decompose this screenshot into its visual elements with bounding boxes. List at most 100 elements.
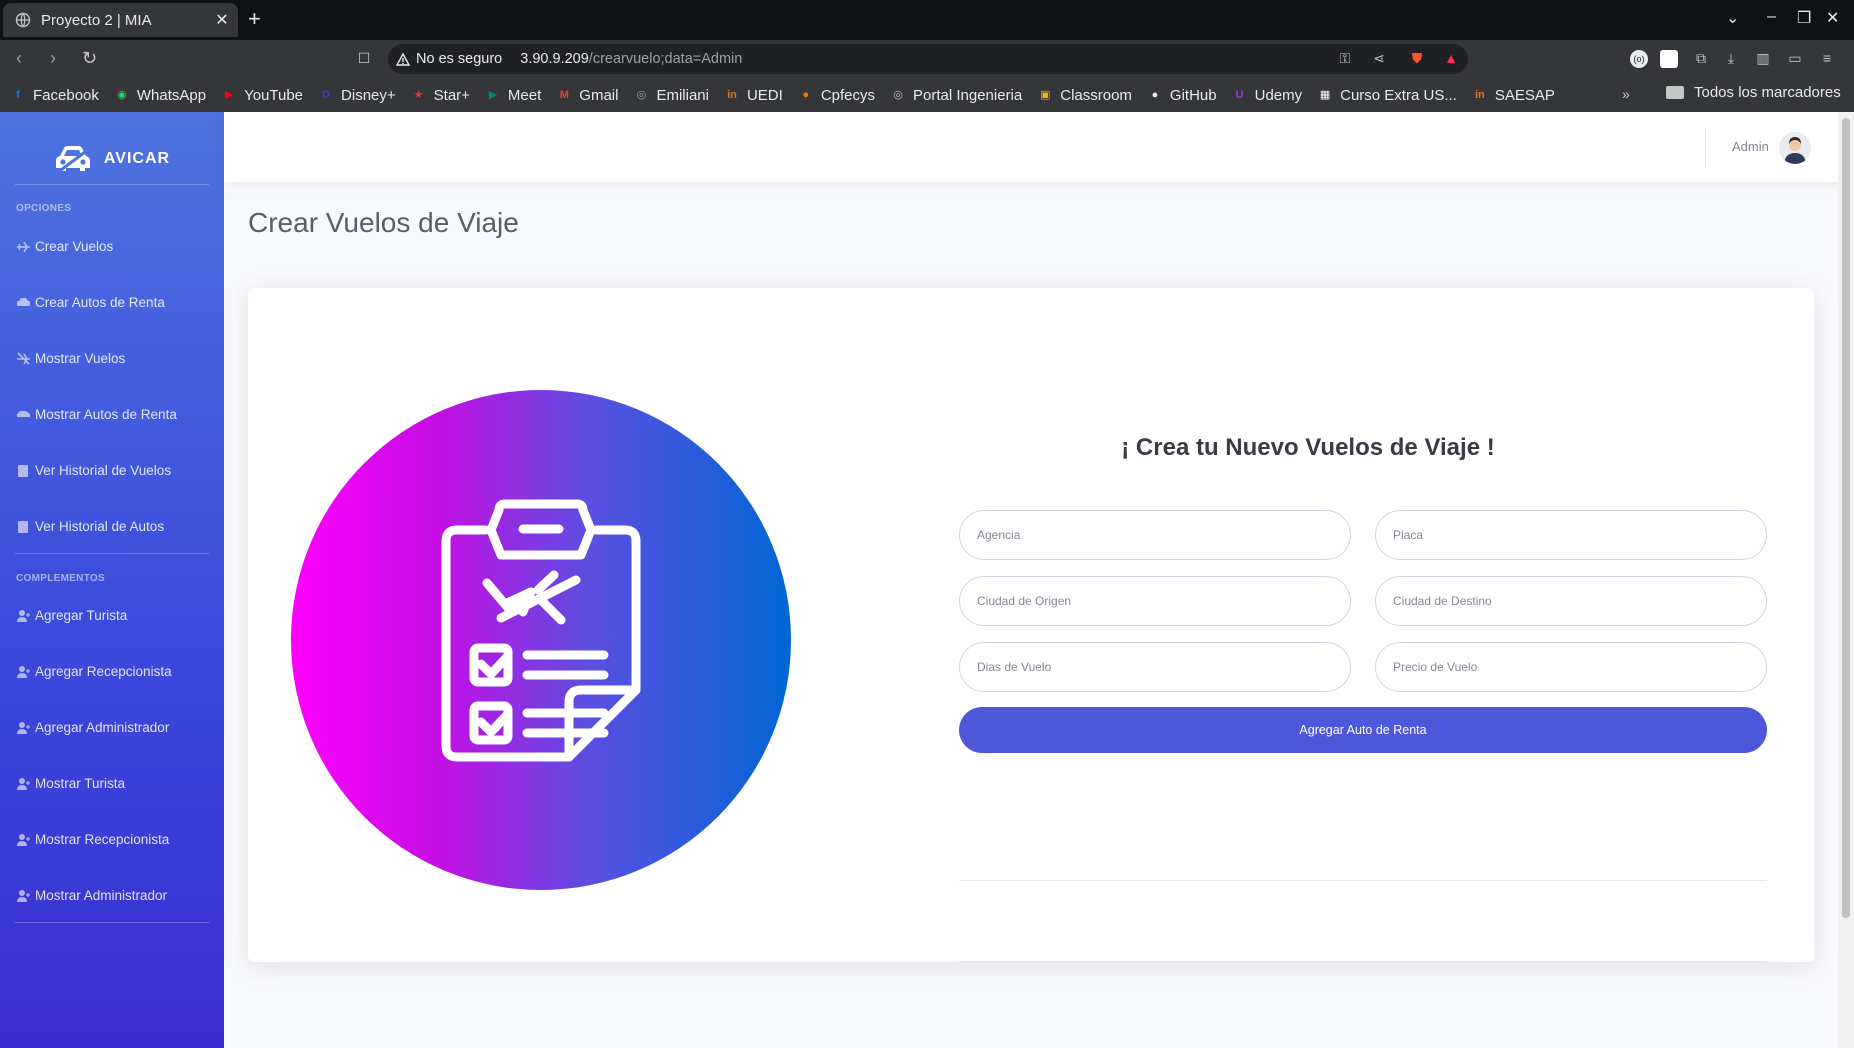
- user-plus-icon: [17, 721, 30, 734]
- submit-button[interactable]: Agregar Auto de Renta: [959, 707, 1767, 753]
- bookmark-label: SAESAP: [1494, 86, 1555, 104]
- sidebar-item-complement-3[interactable]: Mostrar Turista: [16, 770, 216, 796]
- saesap-icon: in: [1474, 89, 1485, 101]
- book-icon: [18, 464, 28, 477]
- flight-checklist-icon: [441, 499, 641, 762]
- share-icon[interactable]: ⋖: [1370, 50, 1388, 68]
- sidebar-item-complement-4[interactable]: Mostrar Recepcionista: [16, 826, 216, 852]
- forward-icon[interactable]: ›: [50, 48, 56, 69]
- book-icon: [18, 520, 28, 533]
- url-host: 3.90.9.209: [520, 51, 589, 67]
- url-text: 3.90.9.209/crearvuelo;data=Admin: [520, 51, 742, 67]
- user-avatar-icon: [1784, 137, 1806, 164]
- menu-icon[interactable]: ≡: [1818, 50, 1836, 68]
- sidebar-item-label: Mostrar Autos de Renta: [35, 406, 177, 422]
- bookmark-label: UEDI: [746, 86, 783, 104]
- back-icon[interactable]: ‹: [16, 48, 22, 69]
- brand[interactable]: AVICAR: [0, 130, 224, 188]
- plane-icon: [17, 241, 30, 252]
- sidebar-divider: [15, 184, 209, 185]
- ciudad-destino-input[interactable]: [1375, 576, 1767, 626]
- car-icon: [17, 297, 30, 306]
- close-window-icon[interactable]: ✕: [1826, 8, 1839, 28]
- uedi-icon: in: [727, 89, 737, 101]
- sidebar-item-option-3[interactable]: Mostrar Autos de Renta: [16, 401, 216, 427]
- extension-ws-icon[interactable]: [1660, 50, 1678, 68]
- sidebar-item-option-5[interactable]: Ver Historial de Autos: [16, 513, 216, 539]
- avatar[interactable]: [1779, 132, 1811, 164]
- bookmark-label: Portal Ingenieria: [913, 86, 1023, 104]
- address-bar[interactable]: No es seguro 3.90.9.209/crearvuelo;data=…: [388, 44, 1468, 74]
- bookmark-label: Disney+: [341, 86, 396, 104]
- download-icon[interactable]: ⤓: [1722, 50, 1740, 68]
- facebook-icon: f: [16, 89, 20, 101]
- sidebar-item-complement-0[interactable]: Agregar Turista: [16, 602, 216, 628]
- bookmark-item[interactable]: in SAESAP: [1472, 87, 1555, 104]
- sidebar-item-label: Mostrar Recepcionista: [35, 831, 170, 847]
- security-warning[interactable]: No es seguro: [396, 51, 502, 67]
- sidebar-item-label: Mostrar Vuelos: [35, 350, 126, 366]
- brave-shield-icon[interactable]: ⛊: [1408, 50, 1426, 68]
- bookmark-item[interactable]: f Facebook: [10, 87, 99, 104]
- form-divider: [959, 880, 1767, 881]
- bookmark-item[interactable]: U Udemy: [1232, 87, 1303, 104]
- user-name[interactable]: Admin: [1732, 139, 1769, 154]
- ciudad-origen-input[interactable]: [959, 576, 1351, 626]
- sidebar-item-option-4[interactable]: Ver Historial de Vuelos: [16, 457, 216, 483]
- sidebar-item-complement-2[interactable]: Agregar Administrador: [16, 714, 216, 740]
- brave-rewards-icon[interactable]: ▲: [1442, 50, 1460, 68]
- new-tab-button[interactable]: +: [248, 6, 261, 32]
- sidebar-item-label: Mostrar Turista: [35, 775, 126, 791]
- tab-search-icon[interactable]: ⌄: [1726, 8, 1739, 28]
- more-bookmarks-icon[interactable]: »: [1622, 86, 1630, 102]
- dias-vuelo-input[interactable]: [959, 642, 1351, 692]
- sidebar-item-option-1[interactable]: Crear Autos de Renta: [16, 289, 216, 315]
- plane-slash-icon: [17, 351, 30, 365]
- browser-tab[interactable]: Proyecto 2 | MIA ✕: [3, 3, 238, 37]
- bookmark-item[interactable]: ● GitHub: [1147, 87, 1217, 104]
- youtube-icon: ▶: [224, 89, 234, 101]
- placa-input[interactable]: [1375, 510, 1767, 560]
- sidebar-toggle-icon[interactable]: ▥: [1754, 50, 1772, 68]
- bookmark-item[interactable]: ▦ Curso Extra US...: [1317, 87, 1457, 104]
- scrollbar-thumb[interactable]: [1842, 118, 1850, 918]
- extension-icon[interactable]: (o): [1630, 50, 1648, 68]
- wallet-icon[interactable]: ▭: [1786, 50, 1804, 68]
- bookmark-item[interactable]: ◎ Portal Ingenieria: [890, 87, 1022, 104]
- minimize-icon[interactable]: –: [1767, 8, 1776, 26]
- sidebar-item-option-2[interactable]: Mostrar Vuelos: [16, 345, 216, 371]
- reload-icon[interactable]: ↻: [82, 48, 97, 69]
- page-scrollbar[interactable]: [1838, 112, 1854, 1048]
- bookmark-item[interactable]: D Disney+: [318, 87, 396, 104]
- brand-name: AVICAR: [103, 150, 171, 167]
- bookmark-item[interactable]: ● Cpfecys: [798, 87, 875, 104]
- bookmark-item[interactable]: M Gmail: [556, 87, 619, 104]
- sidebar-item-option-0[interactable]: Crear Vuelos: [16, 233, 216, 259]
- bookmark-item[interactable]: ◉ WhatsApp: [114, 87, 206, 104]
- portal-icon: ◎: [893, 89, 903, 101]
- sidebar-item-complement-1[interactable]: Agregar Recepcionista: [16, 658, 216, 684]
- curso-icon: ▦: [1319, 89, 1331, 101]
- maximize-icon[interactable]: ❐: [1797, 8, 1811, 28]
- bookmark-label: GitHub: [1169, 86, 1217, 104]
- bookmark-item[interactable]: ★ Star+: [411, 87, 470, 104]
- all-bookmarks-folder[interactable]: Todos los marcadores: [1666, 84, 1841, 101]
- folder-icon: [1666, 86, 1684, 99]
- key-icon[interactable]: ⚿: [1336, 50, 1354, 68]
- classroom-icon: ▣: [1040, 89, 1051, 101]
- agencia-input[interactable]: [959, 510, 1351, 560]
- security-warning-text: No es seguro: [416, 51, 503, 67]
- browser-tab-bar: Proyecto 2 | MIA ✕ + ⌄ – ❐ ✕: [0, 0, 1854, 40]
- bookmark-icon[interactable]: ☐: [355, 50, 373, 68]
- bookmark-item[interactable]: in UEDI: [724, 87, 783, 104]
- bookmark-item[interactable]: ▣ Classroom: [1037, 87, 1132, 104]
- close-tab-icon[interactable]: ✕: [212, 10, 232, 30]
- bookmark-label: Curso Extra US...: [1340, 86, 1457, 104]
- extensions-puzzle-icon[interactable]: ⧉: [1692, 50, 1710, 68]
- sidebar-heading-options: OPCIONES: [16, 203, 72, 214]
- bookmark-item[interactable]: ◎ Emiliani: [633, 87, 709, 104]
- precio-vuelo-input[interactable]: [1375, 642, 1767, 692]
- bookmark-item[interactable]: ▶ YouTube: [221, 87, 303, 104]
- bookmark-item[interactable]: ▶ Meet: [485, 87, 542, 104]
- sidebar-item-complement-5[interactable]: Mostrar Administrador: [16, 882, 216, 908]
